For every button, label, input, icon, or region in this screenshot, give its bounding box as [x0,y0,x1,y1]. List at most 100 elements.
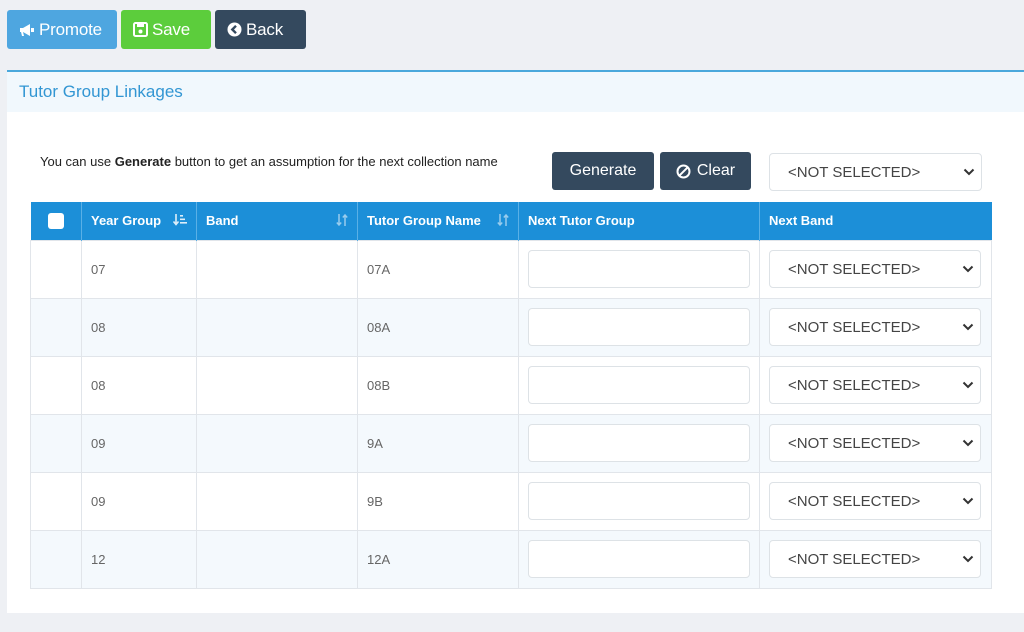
header-year-group[interactable]: Year Group [81,202,197,240]
floppy-disk-icon [133,22,148,37]
tutor-group-table: Year Group Band Tutor Group Name Next Tu… [30,202,992,589]
table-row: 07 07A <NOT SELECTED> [30,239,992,299]
next-tutor-group-cell [518,239,760,299]
year-group-cell: 07 [81,239,197,299]
next-tutor-group-input[interactable] [528,250,750,288]
tutor-group-name-cell: 12A [357,529,519,589]
year-group-cell: 08 [81,355,197,415]
year-group-cell: 09 [81,471,197,531]
promote-button[interactable]: Promote [7,10,117,49]
header-next-tutor-group: Next Tutor Group [518,202,760,240]
save-button[interactable]: Save [121,10,211,49]
table-row: 12 12A <NOT SELECTED> [30,529,992,589]
band-cell [196,355,358,415]
next-band-value: <NOT SELECTED> [788,492,921,510]
year-group-cell: 09 [81,413,197,473]
promote-label: Promote [39,19,102,39]
next-tutor-group-input[interactable] [528,482,750,520]
sort-amount-down-icon[interactable] [173,213,187,227]
row-select-cell[interactable] [30,355,82,415]
next-band-cell: <NOT SELECTED> [759,529,992,589]
header-tutor-group-name-label: Tutor Group Name [367,213,481,229]
header-band-label: Band [206,213,239,229]
tutor-group-name-cell: 08B [357,355,519,415]
next-band-select[interactable]: <NOT SELECTED> [769,250,981,288]
header-next-band: Next Band [759,202,992,240]
next-band-select[interactable]: <NOT SELECTED> [769,424,981,462]
back-button[interactable]: Back [215,10,306,49]
clear-label: Clear [696,162,736,179]
next-band-select[interactable]: <NOT SELECTED> [769,540,981,578]
tutor-group-name-cell: 9B [357,471,519,531]
tutor-group-name-cell: 07A [357,239,519,299]
back-label: Back [246,19,283,39]
next-band-select[interactable]: <NOT SELECTED> [769,482,981,520]
generate-button[interactable]: Generate [552,152,654,190]
save-label: Save [152,19,190,39]
row-select-cell[interactable] [30,471,82,531]
chevron-down-icon [962,265,974,273]
next-band-value: <NOT SELECTED> [788,550,921,568]
info-suffix: button to get an assumption for the next… [171,154,498,169]
clear-button[interactable]: Clear [660,152,751,190]
year-group-cell: 12 [81,529,197,589]
band-filter-select[interactable]: <NOT SELECTED> [769,153,982,191]
chevron-down-icon [962,323,974,331]
next-tutor-group-cell [518,413,760,473]
next-tutor-group-input[interactable] [528,540,750,578]
header-band[interactable]: Band [196,202,358,240]
next-band-cell: <NOT SELECTED> [759,239,992,299]
chevron-down-icon [963,168,975,176]
chevron-down-icon [962,555,974,563]
header-next-band-label: Next Band [769,213,834,229]
select-all-checkbox[interactable] [47,213,64,230]
sort-icon[interactable] [497,213,509,227]
band-cell [196,413,358,473]
toolbar: Promote Save Back [7,10,306,49]
generate-label: Generate [569,162,637,179]
row-select-cell[interactable] [30,297,82,357]
circle-chevron-left-icon [227,22,242,37]
ban-icon [676,164,691,179]
band-cell [196,529,358,589]
chevron-down-icon [962,439,974,447]
next-band-cell: <NOT SELECTED> [759,413,992,473]
next-tutor-group-cell [518,529,760,589]
band-cell [196,239,358,299]
panel-header: Tutor Group Linkages [7,72,1024,112]
info-text: You can use Generate button to get an as… [40,152,500,171]
next-tutor-group-input[interactable] [528,366,750,404]
row-select-cell[interactable] [30,529,82,589]
megaphone-icon [19,23,35,37]
chevron-down-icon [962,497,974,505]
next-band-value: <NOT SELECTED> [788,260,921,278]
header-year-group-label: Year Group [91,213,162,229]
band-cell [196,297,358,357]
year-group-cell: 08 [81,297,197,357]
next-band-value: <NOT SELECTED> [788,318,921,336]
panel-title: Tutor Group Linkages [19,82,183,101]
next-tutor-group-cell [518,471,760,531]
select-all-header [30,202,82,240]
next-band-cell: <NOT SELECTED> [759,297,992,357]
row-select-cell[interactable] [30,413,82,473]
header-tutor-group-name[interactable]: Tutor Group Name [357,202,519,240]
sort-icon[interactable] [336,213,348,227]
table-row: 08 08A <NOT SELECTED> [30,297,992,357]
chevron-down-icon [962,381,974,389]
table-row: 09 9B <NOT SELECTED> [30,471,992,531]
next-band-cell: <NOT SELECTED> [759,471,992,531]
table-row: 08 08B <NOT SELECTED> [30,355,992,415]
table-row: 09 9A <NOT SELECTED> [30,413,992,473]
band-filter-value: <NOT SELECTED> [788,163,921,181]
band-cell [196,471,358,531]
next-band-select[interactable]: <NOT SELECTED> [769,366,981,404]
row-select-cell[interactable] [30,239,82,299]
next-tutor-group-input[interactable] [528,308,750,346]
next-tutor-group-input[interactable] [528,424,750,462]
next-band-value: <NOT SELECTED> [788,434,921,452]
next-tutor-group-cell [518,297,760,357]
next-band-select[interactable]: <NOT SELECTED> [769,308,981,346]
tutor-group-name-cell: 9A [357,413,519,473]
tutor-group-name-cell: 08A [357,297,519,357]
